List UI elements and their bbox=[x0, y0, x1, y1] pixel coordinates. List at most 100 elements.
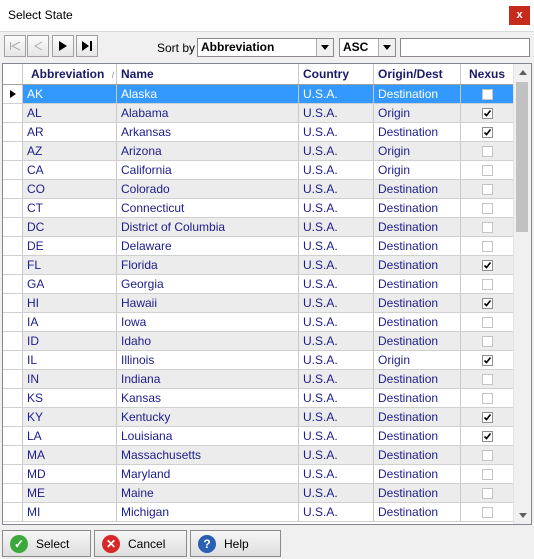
nexus-checkbox[interactable] bbox=[481, 449, 493, 461]
select-button[interactable]: ✓ Select bbox=[2, 530, 91, 557]
nexus-checkbox[interactable] bbox=[481, 164, 493, 176]
column-header-name[interactable]: Name bbox=[117, 64, 299, 84]
table-row[interactable]: IA Iowa U.S.A. Destination bbox=[3, 313, 514, 332]
vertical-scrollbar[interactable] bbox=[513, 64, 531, 524]
row-selector[interactable] bbox=[3, 484, 23, 502]
nexus-checkbox[interactable] bbox=[481, 259, 493, 271]
table-row[interactable]: KS Kansas U.S.A. Destination bbox=[3, 389, 514, 408]
nexus-checkbox[interactable] bbox=[481, 430, 493, 442]
table-row[interactable]: HI Hawaii U.S.A. Destination bbox=[3, 294, 514, 313]
scroll-down-button[interactable] bbox=[514, 507, 531, 524]
nexus-checkbox[interactable] bbox=[481, 221, 493, 233]
last-record-button[interactable] bbox=[76, 35, 98, 57]
table-row[interactable]: CT Connecticut U.S.A. Destination bbox=[3, 199, 514, 218]
row-selector[interactable] bbox=[3, 465, 23, 483]
table-row[interactable]: ME Maine U.S.A. Destination bbox=[3, 484, 514, 503]
scroll-thumb[interactable] bbox=[516, 82, 528, 232]
table-row[interactable]: GA Georgia U.S.A. Destination bbox=[3, 275, 514, 294]
row-selector[interactable] bbox=[3, 237, 23, 255]
close-button[interactable]: x bbox=[509, 6, 530, 25]
nexus-checkbox[interactable] bbox=[481, 126, 493, 138]
table-row[interactable]: CO Colorado U.S.A. Destination bbox=[3, 180, 514, 199]
help-button[interactable]: ? Help bbox=[190, 530, 281, 557]
previous-record-icon bbox=[33, 41, 43, 51]
row-selector[interactable] bbox=[3, 123, 23, 141]
table-row[interactable]: LA Louisiana U.S.A. Destination bbox=[3, 427, 514, 446]
row-selector[interactable] bbox=[3, 294, 23, 312]
chevron-down-icon[interactable] bbox=[316, 39, 333, 56]
nexus-checkbox[interactable] bbox=[481, 468, 493, 480]
table-row[interactable]: AK Alaska U.S.A. Destination bbox=[3, 85, 514, 104]
row-selector[interactable] bbox=[3, 332, 23, 350]
row-selector[interactable] bbox=[3, 351, 23, 369]
table-row[interactable]: KY Kentucky U.S.A. Destination bbox=[3, 408, 514, 427]
next-record-button[interactable] bbox=[52, 35, 74, 57]
nexus-checkbox[interactable] bbox=[481, 183, 493, 195]
row-selector[interactable] bbox=[3, 503, 23, 521]
row-selector[interactable] bbox=[3, 427, 23, 445]
column-header-country[interactable]: Country bbox=[299, 64, 374, 84]
nexus-checkbox[interactable] bbox=[481, 278, 493, 290]
close-icon: x bbox=[516, 9, 523, 21]
row-selector[interactable] bbox=[3, 389, 23, 407]
nexus-checkbox[interactable] bbox=[481, 373, 493, 385]
table-row[interactable]: AZ Arizona U.S.A. Origin bbox=[3, 142, 514, 161]
table-row[interactable]: MD Maryland U.S.A. Destination bbox=[3, 465, 514, 484]
nexus-checkbox[interactable] bbox=[481, 107, 493, 119]
row-selector[interactable] bbox=[3, 275, 23, 293]
chevron-down-icon[interactable] bbox=[378, 39, 395, 56]
table-row[interactable]: FL Florida U.S.A. Destination bbox=[3, 256, 514, 275]
nexus-checkbox[interactable] bbox=[481, 297, 493, 309]
nexus-checkbox[interactable] bbox=[481, 240, 493, 252]
table-row[interactable]: AR Arkansas U.S.A. Destination bbox=[3, 123, 514, 142]
nexus-checkbox[interactable] bbox=[481, 506, 493, 518]
states-grid[interactable]: Abbreviation / Name Country Origin/Dest … bbox=[2, 63, 532, 525]
row-selector[interactable] bbox=[3, 161, 23, 179]
row-selector[interactable] bbox=[3, 142, 23, 160]
scroll-up-button[interactable] bbox=[514, 64, 531, 81]
nexus-checkbox[interactable] bbox=[481, 487, 493, 499]
table-row[interactable]: AL Alabama U.S.A. Origin bbox=[3, 104, 514, 123]
nexus-checkbox[interactable] bbox=[481, 145, 493, 157]
cell-origin-dest: Destination bbox=[374, 256, 461, 274]
nexus-checkbox[interactable] bbox=[481, 335, 493, 347]
row-selector[interactable] bbox=[3, 104, 23, 122]
nexus-checkbox[interactable] bbox=[481, 354, 493, 366]
row-selector[interactable] bbox=[3, 313, 23, 331]
sort-field-select[interactable]: Abbreviation bbox=[197, 38, 334, 57]
table-row[interactable]: DE Delaware U.S.A. Destination bbox=[3, 237, 514, 256]
nexus-checkbox[interactable] bbox=[481, 88, 493, 100]
cell-name: California bbox=[117, 161, 299, 179]
column-header-abbreviation[interactable]: Abbreviation / bbox=[23, 64, 117, 84]
table-row[interactable]: IL Illinois U.S.A. Origin bbox=[3, 351, 514, 370]
row-selector[interactable] bbox=[3, 218, 23, 236]
row-selector[interactable] bbox=[3, 446, 23, 464]
last-record-icon bbox=[82, 41, 92, 51]
cancel-button[interactable]: ✕ Cancel bbox=[94, 530, 187, 557]
row-selector[interactable] bbox=[3, 85, 23, 103]
row-selector[interactable] bbox=[3, 370, 23, 388]
filter-field[interactable] bbox=[400, 38, 530, 57]
nexus-checkbox[interactable] bbox=[481, 316, 493, 328]
table-row[interactable]: ID Idaho U.S.A. Destination bbox=[3, 332, 514, 351]
table-row[interactable]: DC District of Columbia U.S.A. Destination bbox=[3, 218, 514, 237]
row-selector[interactable] bbox=[3, 256, 23, 274]
table-row[interactable]: CA California U.S.A. Origin bbox=[3, 161, 514, 180]
table-row[interactable]: MI Michigan U.S.A. Destination bbox=[3, 503, 514, 522]
nexus-checkbox[interactable] bbox=[481, 392, 493, 404]
nexus-checkbox[interactable] bbox=[481, 202, 493, 214]
column-header-origin-dest[interactable]: Origin/Dest bbox=[374, 64, 461, 84]
nexus-checkbox[interactable] bbox=[481, 411, 493, 423]
table-row[interactable]: IN Indiana U.S.A. Destination bbox=[3, 370, 514, 389]
previous-record-button[interactable] bbox=[27, 35, 49, 57]
sort-order-select[interactable]: ASC bbox=[339, 38, 396, 57]
column-header-nexus[interactable]: Nexus bbox=[461, 64, 514, 84]
row-selector[interactable] bbox=[3, 408, 23, 426]
row-selector[interactable] bbox=[3, 199, 23, 217]
row-selector[interactable] bbox=[3, 180, 23, 198]
cell-abbreviation: ID bbox=[23, 332, 117, 350]
filter-input[interactable] bbox=[405, 40, 525, 55]
table-row[interactable]: MA Massachusetts U.S.A. Destination bbox=[3, 446, 514, 465]
cell-nexus bbox=[461, 332, 514, 350]
first-record-button[interactable] bbox=[4, 35, 26, 57]
